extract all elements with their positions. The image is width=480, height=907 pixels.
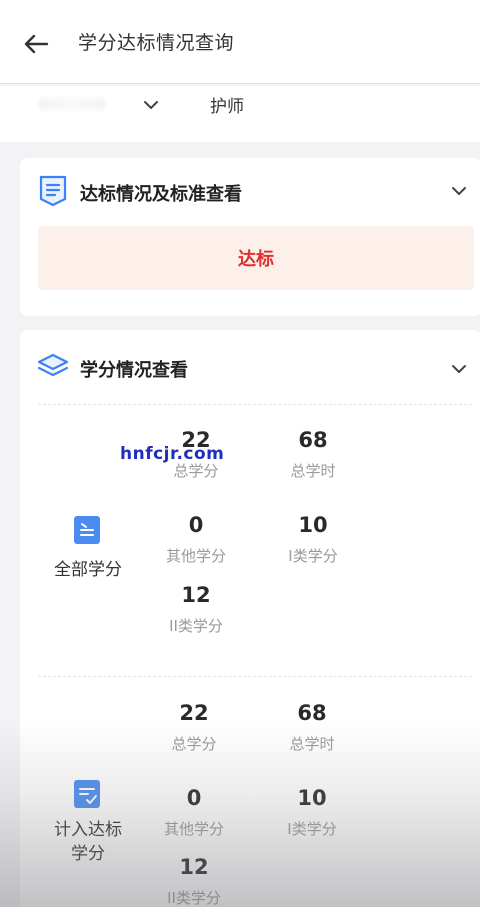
stat-value-total-credits: 22 xyxy=(179,701,209,725)
back-button[interactable] xyxy=(16,28,56,60)
credits-card-title: 学分情况查看 xyxy=(80,360,188,381)
stat-value-total-hours: 68 xyxy=(298,428,328,452)
stat-value-total-hours: 68 xyxy=(297,701,327,725)
page: 学分达标情况查询 护师 达标情况及标准查看 达标 学分情况查看 全部学分 22 … xyxy=(0,0,480,907)
page-title: 学分达标情况查询 xyxy=(78,32,235,54)
stat-value-other-credits: 0 xyxy=(188,513,204,537)
divider xyxy=(38,676,472,677)
stat-label-class2-credits: II类学分 xyxy=(167,889,221,907)
credits-card: 学分情况查看 全部学分 22 总学分 68 总学时 0 其他学分 10 I类学分… xyxy=(20,330,480,907)
stat-value-other-credits: 0 xyxy=(186,786,202,810)
divider xyxy=(38,404,472,405)
stat-label-class1-credits: I类学分 xyxy=(287,820,337,838)
clipboard-check-icon xyxy=(74,780,100,808)
status-badge: 达标 xyxy=(238,249,274,270)
stat-value-class2-credits: 12 xyxy=(181,583,211,607)
watermark-text: hnfcjr.com xyxy=(120,444,225,464)
group-label-counted-credits: 计入达标 学分 xyxy=(36,818,140,866)
arrow-left-icon xyxy=(24,34,49,54)
stat-value-class2-credits: 12 xyxy=(179,855,209,879)
app-header: 学分达标情况查询 xyxy=(0,0,480,84)
stat-label-total-hours: 总学时 xyxy=(289,735,335,753)
chevron-down-icon[interactable] xyxy=(140,94,162,116)
stat-value-class1-credits: 10 xyxy=(298,513,328,537)
stat-label-class1-credits: I类学分 xyxy=(288,547,338,565)
blurred-name xyxy=(38,98,106,110)
stat-label-class2-credits: II类学分 xyxy=(169,617,223,635)
stat-label-other-credits: 其他学分 xyxy=(165,547,226,565)
status-box: 达标 xyxy=(38,226,474,290)
layers-icon xyxy=(37,353,69,377)
stat-label-total-credits: 总学分 xyxy=(171,735,217,753)
stat-label-other-credits: 其他学分 xyxy=(163,820,224,838)
standard-card: 达标情况及标准查看 达标 xyxy=(20,158,480,316)
clipboard-list-icon xyxy=(74,516,100,544)
chevron-down-icon[interactable] xyxy=(448,358,470,380)
badge-document-icon xyxy=(39,175,67,207)
group-label-counted-credits-line1: 计入达标 xyxy=(54,820,122,840)
standard-card-title: 达标情况及标准查看 xyxy=(80,184,242,205)
group-label-all-credits: 全部学分 xyxy=(54,560,122,580)
stat-label-total-hours: 总学时 xyxy=(290,462,336,480)
chevron-down-icon[interactable] xyxy=(448,180,470,202)
group-label-counted-credits-line2: 学分 xyxy=(71,844,105,864)
stat-value-class1-credits: 10 xyxy=(297,786,327,810)
role-selected-value[interactable]: 护师 xyxy=(210,92,244,117)
